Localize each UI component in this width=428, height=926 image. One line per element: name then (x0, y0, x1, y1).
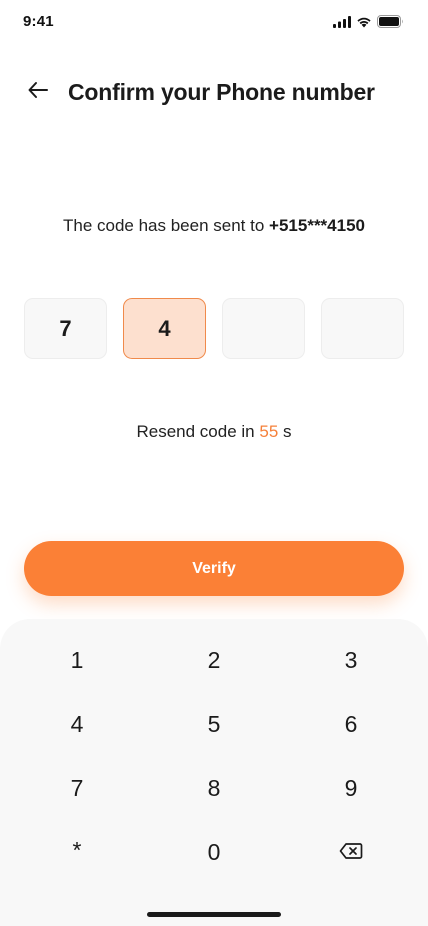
otp-screen: 9:41 Confirm your Phone number The code … (0, 0, 428, 926)
otp-digit-2[interactable]: 4 (123, 298, 206, 359)
numeric-keypad: 1 2 3 4 5 6 7 8 9 * 0 (0, 619, 428, 926)
battery-icon (377, 15, 404, 33)
page-title: Confirm your Phone number (68, 79, 375, 105)
masked-phone-number: +515***4150 (269, 216, 365, 235)
signal-icon (333, 15, 351, 33)
home-indicator (147, 912, 281, 917)
key-asterisk[interactable]: * (22, 824, 132, 876)
status-bar: 9:41 (0, 0, 428, 44)
key-9[interactable]: 9 (296, 762, 406, 814)
key-4[interactable]: 4 (22, 698, 132, 750)
verify-button[interactable]: Verify (24, 541, 404, 596)
key-backspace[interactable] (296, 826, 406, 878)
status-icons (333, 15, 404, 33)
code-sent-prefix: The code has been sent to (62, 216, 265, 235)
key-7[interactable]: 7 (22, 762, 132, 814)
resend-countdown: 55 (259, 422, 279, 441)
key-2[interactable]: 2 (159, 634, 269, 686)
key-5[interactable]: 5 (159, 698, 269, 750)
key-8[interactable]: 8 (159, 762, 269, 814)
status-time: 9:41 (23, 13, 54, 30)
wifi-icon (356, 15, 372, 33)
otp-digit-1[interactable]: 7 (24, 298, 107, 359)
resend-timer: Resend code in 55 s (0, 422, 428, 442)
backspace-icon (339, 839, 363, 866)
key-3[interactable]: 3 (296, 634, 406, 686)
key-6[interactable]: 6 (296, 698, 406, 750)
code-sent-message: The code has been sent to +515***4150 (0, 216, 428, 236)
otp-digit-4[interactable] (321, 298, 404, 359)
header: Confirm your Phone number (0, 72, 428, 112)
otp-digit-3[interactable] (222, 298, 305, 359)
resend-prefix: Resend code in (136, 422, 255, 441)
key-1[interactable]: 1 (22, 634, 132, 686)
otp-input-group: 7 4 (24, 298, 404, 359)
arrow-left-icon (26, 78, 50, 107)
key-0[interactable]: 0 (159, 826, 269, 878)
back-button[interactable] (22, 76, 54, 108)
resend-suffix: s (283, 422, 292, 441)
